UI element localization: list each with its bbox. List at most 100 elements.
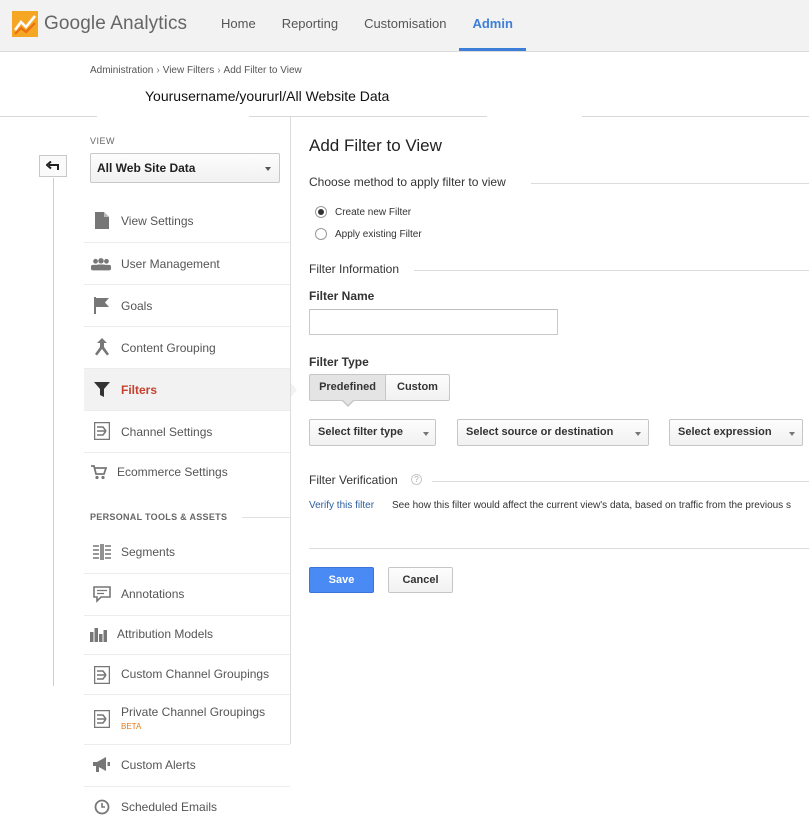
back-button[interactable] bbox=[39, 155, 67, 177]
back-arrow-icon bbox=[46, 161, 59, 170]
sidebar-item-label: Custom Channel Groupings bbox=[121, 667, 270, 681]
beta-badge: BETA bbox=[121, 722, 142, 731]
google-analytics-logo[interactable]: Google Analytics bbox=[12, 10, 187, 38]
megaphone-icon bbox=[92, 755, 112, 775]
nav-home[interactable]: Home bbox=[208, 0, 269, 51]
sidebar-item-scheduled-emails[interactable]: Scheduled Emails bbox=[84, 787, 290, 815]
help-icon[interactable]: ? bbox=[411, 474, 422, 485]
chevron-down-icon bbox=[265, 167, 271, 171]
sidebar-item-label: View Settings bbox=[121, 214, 194, 228]
sidebar-item-annotations[interactable]: Annotations bbox=[84, 574, 290, 616]
chevron-down-icon bbox=[423, 432, 429, 436]
sidebar-item-filters[interactable]: Filters bbox=[84, 369, 290, 411]
section-title-personal-tools: PERSONAL TOOLS & ASSETS bbox=[90, 512, 228, 522]
filter-name-label: Filter Name bbox=[309, 289, 375, 303]
section-divider bbox=[242, 517, 290, 518]
sidebar-timeline-line bbox=[53, 178, 54, 686]
channel-icon bbox=[92, 665, 112, 685]
tab-custom[interactable]: Custom bbox=[385, 374, 450, 401]
select-filter-type-dropdown[interactable]: Select filter type bbox=[309, 419, 436, 446]
radio-label: Apply existing Filter bbox=[335, 228, 422, 240]
sidebar-item-label: Filters bbox=[121, 383, 158, 397]
filter-type-label: Filter Type bbox=[309, 355, 369, 369]
sidebar-item-label: Scheduled Emails bbox=[121, 800, 218, 814]
radio-apply-existing-filter[interactable]: Apply existing Filter bbox=[315, 228, 422, 240]
top-nav: Google Analytics Home Reporting Customis… bbox=[0, 0, 809, 52]
page-title: Add Filter to View bbox=[309, 136, 442, 155]
sidebar-item-content-grouping[interactable]: Content Grouping bbox=[84, 327, 290, 369]
filter-information-legend: Filter Information bbox=[309, 262, 400, 276]
chevron-down-icon bbox=[789, 432, 795, 436]
verify-filter-link[interactable]: Verify this filter bbox=[309, 500, 374, 511]
content-grouping-icon bbox=[92, 337, 112, 357]
sidebar-item-label: Annotations bbox=[121, 587, 185, 601]
dropdown-label: Select source or destination bbox=[466, 426, 614, 438]
chevron-down-icon bbox=[635, 432, 641, 436]
header-divider bbox=[0, 116, 97, 117]
filter-verification-legend: Filter Verification bbox=[309, 473, 398, 487]
active-item-pointer bbox=[290, 382, 297, 398]
radio-create-new-filter[interactable]: Create new Filter bbox=[315, 206, 411, 218]
sidebar-item-attribution-models[interactable]: Attribution Models bbox=[84, 616, 290, 655]
cart-icon bbox=[89, 462, 109, 482]
annotation-icon bbox=[92, 584, 112, 604]
channel-icon bbox=[92, 421, 112, 441]
form-divider bbox=[309, 548, 809, 549]
sidebar-item-ecommerce-settings[interactable]: Ecommerce Settings bbox=[84, 453, 290, 493]
radio-button[interactable] bbox=[315, 206, 327, 218]
sidebar-item-label: Channel Settings bbox=[121, 425, 213, 439]
dropdown-label: Select expression bbox=[678, 426, 772, 438]
breadcrumb: Administration › View Filters › Add Filter t… bbox=[90, 65, 302, 76]
select-expression-dropdown[interactable]: Select expression bbox=[669, 419, 803, 446]
select-source-destination-dropdown[interactable]: Select source or destination bbox=[457, 419, 649, 446]
cancel-button[interactable]: Cancel bbox=[388, 567, 453, 593]
channel-icon bbox=[92, 709, 112, 729]
sidebar-item-custom-alerts[interactable]: Custom Alerts bbox=[84, 745, 290, 787]
method-legend: Choose method to apply filter to view bbox=[309, 175, 506, 189]
bar-chart-icon bbox=[89, 624, 109, 644]
sidebar-item-label: Custom Alerts bbox=[121, 758, 196, 772]
breadcrumb-administration[interactable]: Administration bbox=[90, 65, 153, 76]
filter-icon bbox=[92, 380, 112, 400]
nav-reporting[interactable]: Reporting bbox=[269, 0, 351, 51]
breadcrumb-separator: › bbox=[156, 65, 160, 76]
sidebar-item-view-settings[interactable]: View Settings bbox=[84, 200, 290, 243]
view-label: VIEW bbox=[90, 136, 116, 146]
sidebar-item-label: Ecommerce Settings bbox=[117, 465, 228, 479]
sidebar-item-segments[interactable]: Segments bbox=[84, 532, 290, 574]
sidebar-item-goals[interactable]: Goals bbox=[84, 285, 290, 327]
nav-admin[interactable]: Admin bbox=[459, 0, 526, 51]
legend-divider bbox=[531, 183, 809, 184]
sidebar-item-label: User Management bbox=[121, 257, 220, 271]
nav-customisation[interactable]: Customisation bbox=[351, 0, 459, 51]
sidebar-item-private-channel-groupings[interactable]: Private Channel Groupings BETA bbox=[84, 695, 290, 745]
view-selected-value: All Web Site Data bbox=[97, 161, 196, 175]
breadcrumb-current: Add Filter to View bbox=[223, 65, 302, 76]
breadcrumb-separator: › bbox=[217, 65, 221, 76]
header-divider bbox=[582, 116, 809, 117]
tab-predefined[interactable]: Predefined bbox=[309, 374, 386, 401]
radio-label: Create new Filter bbox=[335, 206, 412, 218]
sidebar-item-label: Segments bbox=[121, 545, 176, 559]
sidebar-item-label: Attribution Models bbox=[117, 627, 214, 641]
analytics-logo-icon bbox=[12, 11, 38, 37]
verify-description: See how this filter would affect the cur… bbox=[392, 500, 791, 511]
radio-button[interactable] bbox=[315, 228, 327, 240]
sidebar-item-user-management[interactable]: User Management bbox=[84, 243, 290, 285]
sidebar-divider bbox=[290, 117, 291, 744]
dropdown-label: Select filter type bbox=[318, 426, 403, 438]
segments-icon bbox=[92, 542, 112, 562]
filter-name-input[interactable] bbox=[309, 309, 558, 335]
header-divider bbox=[249, 116, 487, 117]
legend-divider bbox=[432, 481, 809, 482]
sidebar-item-custom-channel-groupings[interactable]: Custom Channel Groupings bbox=[84, 655, 290, 695]
account-path: Yourusername/yoururl/All Website Data bbox=[145, 88, 390, 104]
breadcrumb-view-filters[interactable]: View Filters bbox=[163, 65, 215, 76]
users-icon bbox=[91, 254, 111, 274]
save-button[interactable]: Save bbox=[309, 567, 374, 593]
sidebar-item-channel-settings[interactable]: Channel Settings bbox=[84, 411, 290, 453]
sidebar-item-label: Private Channel Groupings bbox=[121, 705, 266, 719]
view-selector[interactable]: All Web Site Data bbox=[90, 153, 280, 183]
document-icon bbox=[92, 210, 112, 230]
main-nav: Home Reporting Customisation Admin bbox=[208, 0, 526, 51]
